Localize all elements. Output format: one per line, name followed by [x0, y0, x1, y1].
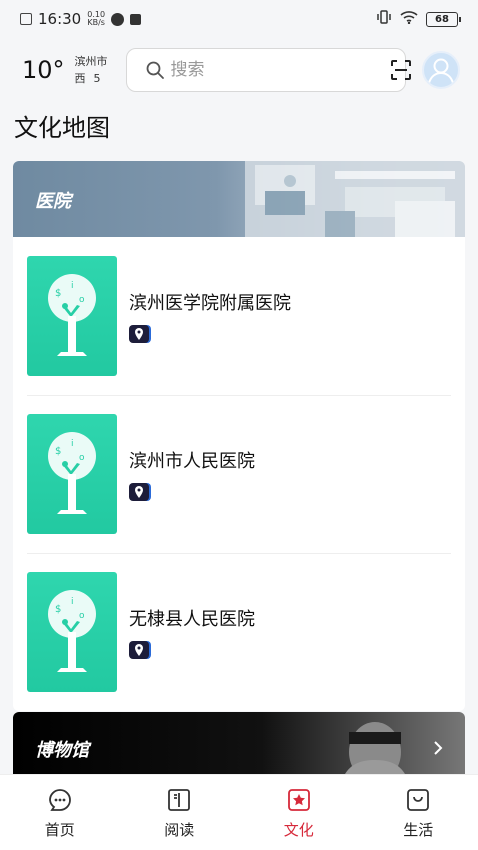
- hospital-name: 滨州医学院附属医院: [129, 293, 291, 314]
- svg-text:$: $: [55, 604, 61, 615]
- app-notification-icon: [111, 12, 125, 26]
- network-speed: 0.10 KB/s: [87, 11, 105, 27]
- page-title: 文化地图: [14, 114, 110, 142]
- svg-text:o: o: [79, 453, 85, 463]
- nav-label-life: 生活: [403, 821, 434, 839]
- tree-logo-icon: $ i o: [48, 432, 96, 514]
- hospital-thumbnail: $ i o: [27, 414, 117, 534]
- culture-star-icon: [287, 789, 310, 811]
- list-item[interactable]: $ i o 滨州市人民医院: [13, 395, 465, 553]
- search-bar[interactable]: [125, 48, 411, 92]
- hospital-banner[interactable]: 医院: [13, 161, 465, 237]
- hospital-thumbnail: $ i o: [27, 256, 117, 376]
- list-item[interactable]: $ i o 无棣县人民医院: [13, 553, 465, 711]
- app-notification-icon-2: [130, 13, 142, 25]
- museum-banner[interactable]: 博物馆: [13, 712, 465, 774]
- svg-text:i: i: [71, 597, 74, 607]
- vibrate-icon: [376, 9, 392, 29]
- status-bar: 16:30 0.10 KB/s 68: [0, 0, 478, 38]
- home-chat-icon: [48, 789, 71, 811]
- bag-icon: [407, 789, 430, 811]
- status-time: 16:30: [38, 10, 82, 28]
- tree-logo-icon: $ i o: [48, 274, 96, 356]
- avatar[interactable]: [421, 51, 460, 89]
- header: 10° 滨州市 西 5: [0, 38, 478, 102]
- hospital-card: 医院 $ i o 滨州医学院附属医院 $ i o 滨州市人民医院 $ i o 无…: [13, 161, 465, 711]
- svg-text:$: $: [55, 288, 61, 299]
- hospital-banner-image: [245, 161, 465, 237]
- nav-item-life[interactable]: 生活: [359, 775, 478, 850]
- nav-item-home[interactable]: 首页: [0, 775, 120, 850]
- location-pin-icon[interactable]: [129, 641, 149, 659]
- svg-text:o: o: [79, 611, 85, 621]
- svg-text:o: o: [79, 295, 85, 305]
- wind-direction: 西: [74, 72, 86, 85]
- tree-logo-icon: $ i o: [48, 590, 96, 672]
- svg-text:$: $: [55, 446, 61, 457]
- nav-item-read[interactable]: 阅读: [120, 775, 240, 850]
- museum-banner-label: 博物馆: [35, 740, 89, 761]
- search-input[interactable]: [170, 60, 390, 80]
- hospital-banner-label: 医院: [35, 191, 71, 212]
- notification-icon: [20, 13, 32, 25]
- nav-label-home: 首页: [44, 821, 75, 839]
- hospital-name: 滨州市人民医院: [129, 451, 255, 472]
- hospital-thumbnail: $ i o: [27, 572, 117, 692]
- svg-text:i: i: [71, 281, 74, 291]
- nav-item-culture[interactable]: 文化: [239, 775, 359, 850]
- svg-text:i: i: [71, 439, 74, 449]
- network-speed-unit: KB/s: [87, 18, 105, 27]
- location-pin-icon[interactable]: [129, 483, 149, 501]
- scan-icon[interactable]: [390, 59, 412, 81]
- book-icon: [168, 789, 191, 811]
- search-icon: [146, 61, 164, 79]
- battery-icon: 68: [426, 11, 461, 27]
- wifi-icon: [400, 10, 418, 28]
- hospital-name: 无棣县人民医院: [129, 609, 255, 630]
- nav-label-culture: 文化: [283, 821, 314, 839]
- user-avatar-icon: [427, 58, 454, 84]
- wind-level: 5: [93, 72, 101, 85]
- bottom-nav: 首页 阅读 文化 生活: [0, 774, 478, 850]
- chevron-right-icon[interactable]: [433, 740, 443, 756]
- nav-label-read: 阅读: [164, 821, 195, 839]
- list-item[interactable]: $ i o 滨州医学院附属医院: [13, 237, 465, 395]
- location-pin-icon[interactable]: [129, 325, 149, 343]
- temperature: 10°: [22, 56, 65, 84]
- weather-city: 滨州市: [74, 55, 108, 68]
- weather-info: 滨州市 西 5: [75, 53, 108, 87]
